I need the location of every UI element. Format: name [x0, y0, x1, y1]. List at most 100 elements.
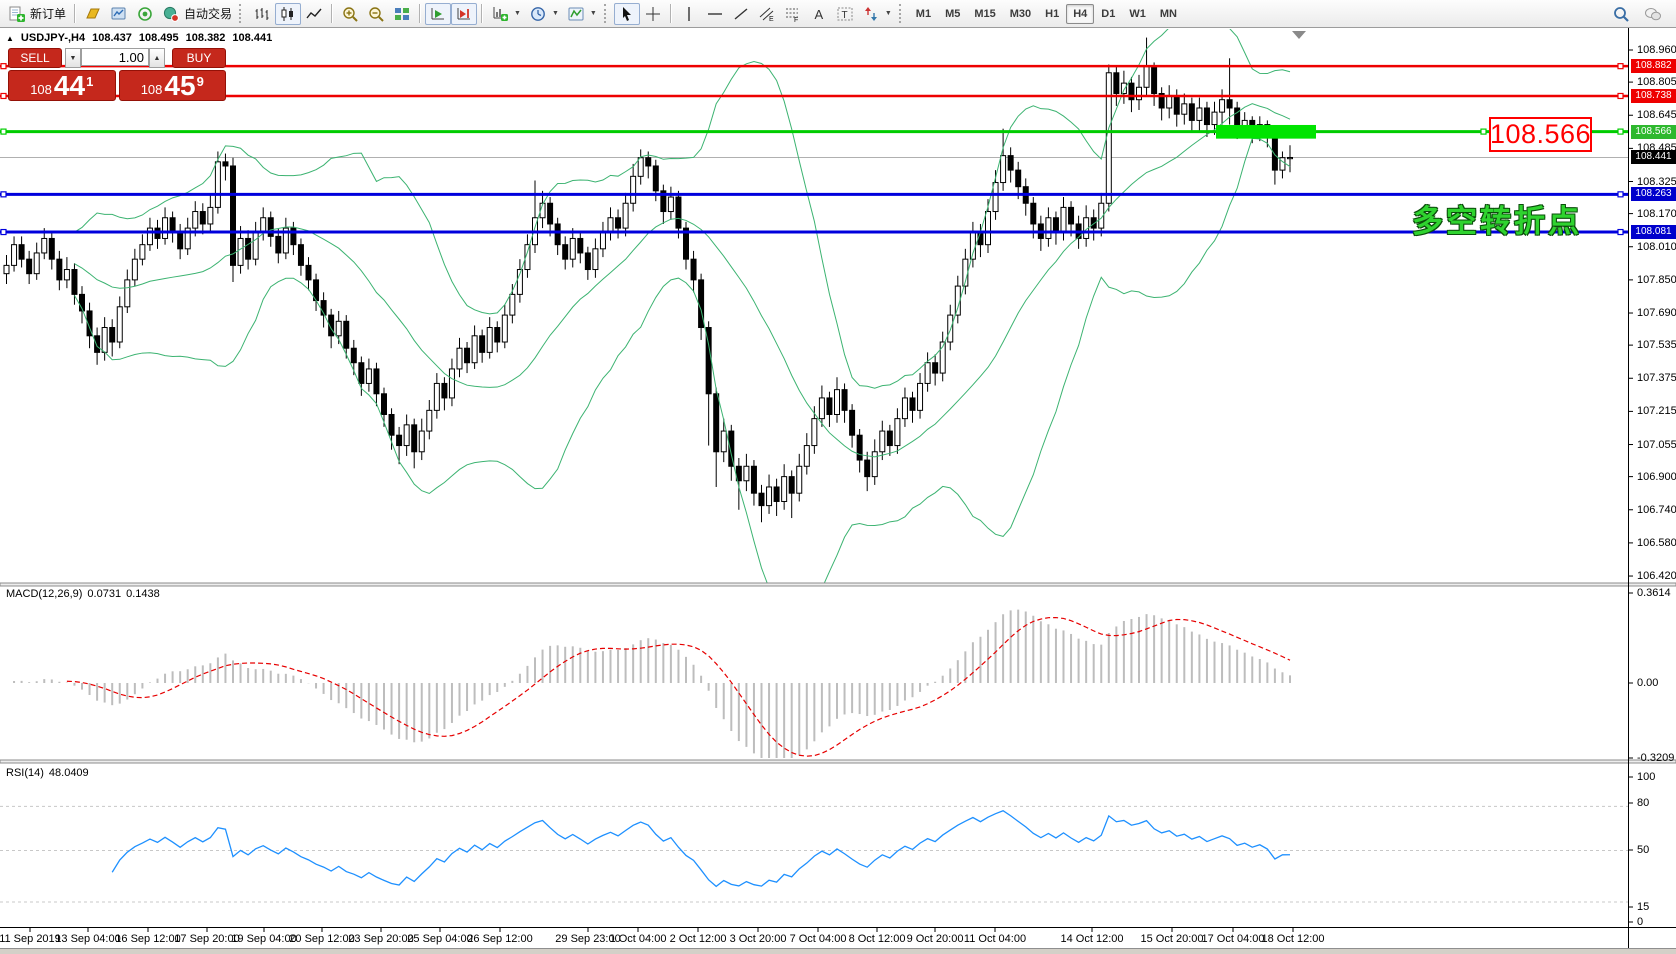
new-order-button[interactable]: 新订单: [4, 3, 70, 25]
price-annotation-box[interactable]: 108.566: [1489, 117, 1592, 152]
indicators-menu-button[interactable]: ▼: [563, 3, 601, 25]
volume-input[interactable]: [81, 48, 149, 66]
volume-down-button[interactable]: ▼: [65, 48, 81, 68]
chevron-down-icon[interactable]: ▼: [590, 10, 597, 17]
window-bottom-border: [0, 948, 1676, 954]
one-click-trade-panel: SELL ▼ ▲ BUY 108 44 1 108 45 9: [8, 48, 226, 101]
toolbar-grip[interactable]: [604, 4, 609, 23]
label-icon: T: [836, 5, 854, 23]
new-chart-button[interactable]: ▼: [487, 3, 525, 25]
horizontal-line-tool-button[interactable]: [702, 3, 728, 25]
timeframe-m1[interactable]: M1: [909, 4, 938, 24]
timeframe-m5[interactable]: M5: [938, 4, 967, 24]
crosshair-button[interactable]: [640, 3, 666, 25]
autotrading-button[interactable]: 自动交易: [158, 3, 236, 25]
svg-text:A: A: [814, 7, 823, 22]
price-tick-label: 107.375: [1637, 372, 1676, 384]
tile-windows-button[interactable]: [389, 3, 415, 25]
collapse-chart-button[interactable]: ▲: [6, 34, 14, 43]
price-tick-label: 106.580: [1637, 537, 1676, 549]
turning-point-annotation[interactable]: 多空转折点: [1412, 196, 1582, 241]
time-tick-label: 17 Oct 04:00: [1202, 933, 1265, 945]
vertical-line-tool-button[interactable]: [676, 3, 702, 25]
tile-icon: [393, 5, 411, 23]
volume-up-button[interactable]: ▲: [149, 48, 165, 68]
equidistant-channel-tool-button[interactable]: E: [754, 3, 780, 25]
trend-icon: [732, 5, 750, 23]
price-tag: 108.263: [1631, 187, 1676, 201]
timeframe-d1[interactable]: D1: [1094, 4, 1122, 24]
price-tag: 108.566: [1631, 125, 1676, 139]
market-watch-button[interactable]: [106, 3, 132, 25]
new-chart-icon: [491, 5, 509, 23]
ask-price-button[interactable]: 108 45 9: [119, 70, 227, 101]
sell-button[interactable]: SELL: [8, 48, 62, 68]
price-tag: 108.081: [1631, 225, 1676, 239]
chevron-down-icon[interactable]: ▼: [514, 10, 521, 17]
ohlc-close: 108.441: [232, 32, 272, 44]
chart-shift-button[interactable]: [451, 3, 477, 25]
autotrading-label: 自动交易: [184, 5, 232, 22]
trendline-tool-button[interactable]: [728, 3, 754, 25]
rsi-tick-label: 80: [1637, 797, 1649, 809]
price-tick-label: 108.960: [1637, 44, 1676, 56]
chart-bars-button[interactable]: [249, 3, 275, 25]
buy-button[interactable]: BUY: [172, 48, 226, 68]
zoom-out-icon: [367, 5, 385, 23]
toolbar-separator: [481, 4, 483, 23]
timeframe-h1[interactable]: H1: [1038, 4, 1066, 24]
ask-big-digits: 45: [164, 74, 195, 98]
timeframe-mn[interactable]: MN: [1153, 4, 1184, 24]
chevron-down-icon[interactable]: ▼: [885, 10, 892, 17]
time-tick-label: 8 Oct 12:00: [849, 933, 906, 945]
chart-candles-button[interactable]: [275, 3, 301, 25]
toolbar-separator: [331, 4, 333, 23]
channel-icon: E: [758, 5, 776, 23]
chevron-down-icon[interactable]: ▼: [552, 10, 559, 17]
macd-tick-label: 0.00: [1637, 677, 1658, 689]
rsi-pane: [0, 806, 1628, 902]
timeframe-w1[interactable]: W1: [1122, 4, 1153, 24]
timeframe-m30[interactable]: M30: [1003, 4, 1038, 24]
time-tick-label: 9 Oct 20:00: [907, 933, 964, 945]
price-tick-label: 107.690: [1637, 307, 1676, 319]
price-tick-label: 108.170: [1637, 208, 1676, 220]
rsi-tick-label: 15: [1637, 901, 1649, 913]
chat-button[interactable]: [1640, 3, 1666, 25]
cursor-button[interactable]: [614, 3, 640, 25]
autoscroll-icon: [429, 5, 447, 23]
price-tick-label: 106.740: [1637, 504, 1676, 516]
new-order-icon: [8, 5, 26, 23]
search-icon: [1612, 5, 1630, 23]
fibo-icon: F: [784, 5, 802, 23]
metaeditor-button[interactable]: [80, 3, 106, 25]
svg-text:T: T: [841, 10, 847, 21]
ohlc-high: 108.495: [139, 32, 179, 44]
zoom-out-button[interactable]: [363, 3, 389, 25]
signals-icon: [136, 5, 154, 23]
arrows-tool-button[interactable]: ▼: [858, 3, 896, 25]
fibonacci-tool-button[interactable]: F: [780, 3, 806, 25]
chart-header: ▲ USDJPY-,H4 108.437 108.495 108.382 108…: [6, 32, 272, 44]
bid-price-button[interactable]: 108 44 1: [8, 70, 116, 101]
signals-button[interactable]: [132, 3, 158, 25]
chart-canvas[interactable]: [0, 0, 1676, 954]
price-tick-label: 106.420: [1637, 570, 1676, 582]
timeframe-m15[interactable]: M15: [967, 4, 1002, 24]
text-icon: A: [810, 5, 828, 23]
rsi-tick-label: 50: [1637, 844, 1649, 856]
chart-line-button[interactable]: [301, 3, 327, 25]
search-button[interactable]: [1608, 3, 1634, 25]
periods-button[interactable]: ▼: [525, 3, 563, 25]
text-label-tool-button[interactable]: T: [832, 3, 858, 25]
indicators-icon: [567, 5, 585, 23]
clock-icon: [529, 5, 547, 23]
zoom-in-button[interactable]: [337, 3, 363, 25]
auto-scroll-button[interactable]: [425, 3, 451, 25]
toolbar-grip[interactable]: [239, 4, 244, 23]
price-tick-label: 108.010: [1637, 241, 1676, 253]
text-tool-button[interactable]: A: [806, 3, 832, 25]
rsi-indicator-label: RSI(14) 48.0409: [6, 767, 89, 779]
timeframe-h4[interactable]: H4: [1066, 4, 1094, 24]
toolbar-grip[interactable]: [899, 4, 904, 23]
